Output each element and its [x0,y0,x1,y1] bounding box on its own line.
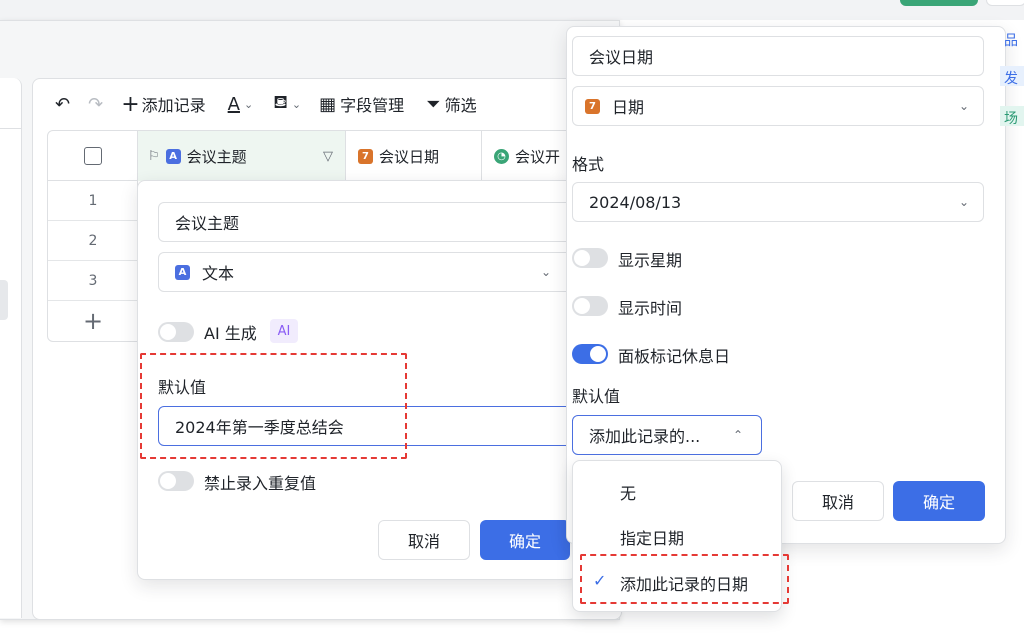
text-field-icon: A [175,264,190,280]
column-header-label: 会议开 [515,147,561,166]
chevron-up-icon: ⌃ [732,428,743,442]
filter-label: 筛选 [444,96,477,115]
clock-icon: ◔ [494,148,509,164]
show-time-label: 显示时间 [618,299,683,318]
confirm-button[interactable]: 确定 [893,481,985,521]
top-bar [0,0,1024,20]
cancel-button[interactable]: 取消 [378,520,470,560]
edge-glyph: 品 [1004,33,1018,49]
show-weekday-label: 显示星期 [618,251,683,270]
default-value-text: 添加此记录的... [589,427,701,446]
text-field-icon: A [165,148,181,164]
column-header-date[interactable]: 7 会议日期 [346,131,482,181]
field-type-select[interactable]: A 文本 ⌄ [158,252,574,292]
format-label: 格式 [572,155,605,174]
undo-icon: ↶ [55,93,71,115]
row-number: 2 [48,221,138,261]
sidebar-collapse-handle[interactable] [0,280,8,320]
mark-holiday-label: 面板标记休息日 [618,347,731,366]
select-all-cell[interactable] [48,131,138,181]
field-name-value: 会议日期 [589,48,654,67]
column-header-label: 会议主题 [186,147,247,166]
field-type-select[interactable]: 7 日期 ⌄ [572,86,984,126]
chevron-down-icon: ⌄ [291,97,302,111]
field-type-value: 文本 [202,264,235,283]
no-duplicate-label: 禁止录入重复值 [204,474,317,493]
sidebar-divider [0,128,22,129]
field-manage-label: 字段管理 [340,96,405,115]
paint-bucket-icon: ⛾ [273,92,288,113]
menu-option-specific-date[interactable]: 指定日期 [620,525,684,549]
edge-glyph: 场 [1004,111,1018,127]
plus-icon: + [121,91,140,117]
plus-icon: + [82,307,104,335]
field-manage-button[interactable]: ▦ 字段管理 [319,92,404,116]
row-number: 1 [48,181,138,221]
add-record-button[interactable]: + 添加记录 [121,92,205,117]
add-row-button[interactable]: + [48,301,138,341]
show-time-toggle[interactable] [572,296,608,316]
cancel-button[interactable]: 取消 [792,481,884,521]
ai-generate-toggle[interactable] [158,322,194,342]
default-value-label: 默认值 [572,387,621,406]
fill-color-button[interactable]: ⛾ ⌄ [273,92,301,116]
mark-holiday-toggle[interactable] [572,344,608,364]
format-value: 2024/08/13 [589,192,682,212]
highlight-box [580,554,789,604]
select-all-checkbox[interactable] [84,147,102,165]
toolbar: ↶ ↷ + 添加记录 A ⌄ ⛾ ⌄ ▦ 字段管理 ⏷ 筛选 [55,90,477,118]
highlight-box [140,353,407,459]
date-field-icon: 7 [358,148,373,164]
format-select[interactable]: 2024/08/13 ⌄ [572,182,984,222]
no-duplicate-toggle[interactable] [158,471,194,491]
field-type-value: 日期 [612,98,645,117]
chevron-down-icon: ⌄ [243,97,254,111]
chevron-down-icon: ⌄ [958,195,969,209]
undo-button[interactable]: ↶ [55,94,70,115]
add-record-label: 添加记录 [141,96,206,115]
redo-icon: ↷ [88,93,104,115]
flag-icon: ⚐ [148,148,160,164]
ai-generate-label: AI 生成 [204,324,257,343]
show-weekday-toggle[interactable] [572,248,608,268]
chevron-down-icon: ⌄ [958,99,969,113]
sidebar [0,78,22,618]
text-color-icon: A [227,93,240,115]
share-button[interactable] [900,0,978,6]
column-header-topic[interactable]: ⚐ A 会议主题 ▽ [138,131,346,181]
column-header-label: 会议日期 [379,147,440,166]
field-name-input[interactable]: 会议日期 [572,36,984,76]
filter-icon: ▽ [323,148,333,164]
filter-button[interactable]: ⏷ 筛选 [426,92,476,116]
confirm-button[interactable]: 确定 [480,520,570,560]
menu-option-none[interactable]: 无 [620,480,636,504]
field-name-input[interactable]: 会议主题 [158,202,574,242]
ai-badge: AI [270,319,298,343]
grid-icon: ▦ [319,93,337,115]
redo-button[interactable]: ↷ [88,94,103,115]
more-button[interactable] [986,0,1024,6]
default-value-select[interactable]: 添加此记录的... ⌃ [572,415,762,455]
edge-glyph: 发 [1004,71,1018,87]
date-field-icon: 7 [585,98,600,114]
field-name-value: 会议主题 [175,214,240,233]
chevron-down-icon: ⌄ [540,265,551,279]
filter-icon: ⏷ [426,93,441,115]
text-color-button[interactable]: A ⌄ [228,94,254,115]
row-number: 3 [48,261,138,301]
